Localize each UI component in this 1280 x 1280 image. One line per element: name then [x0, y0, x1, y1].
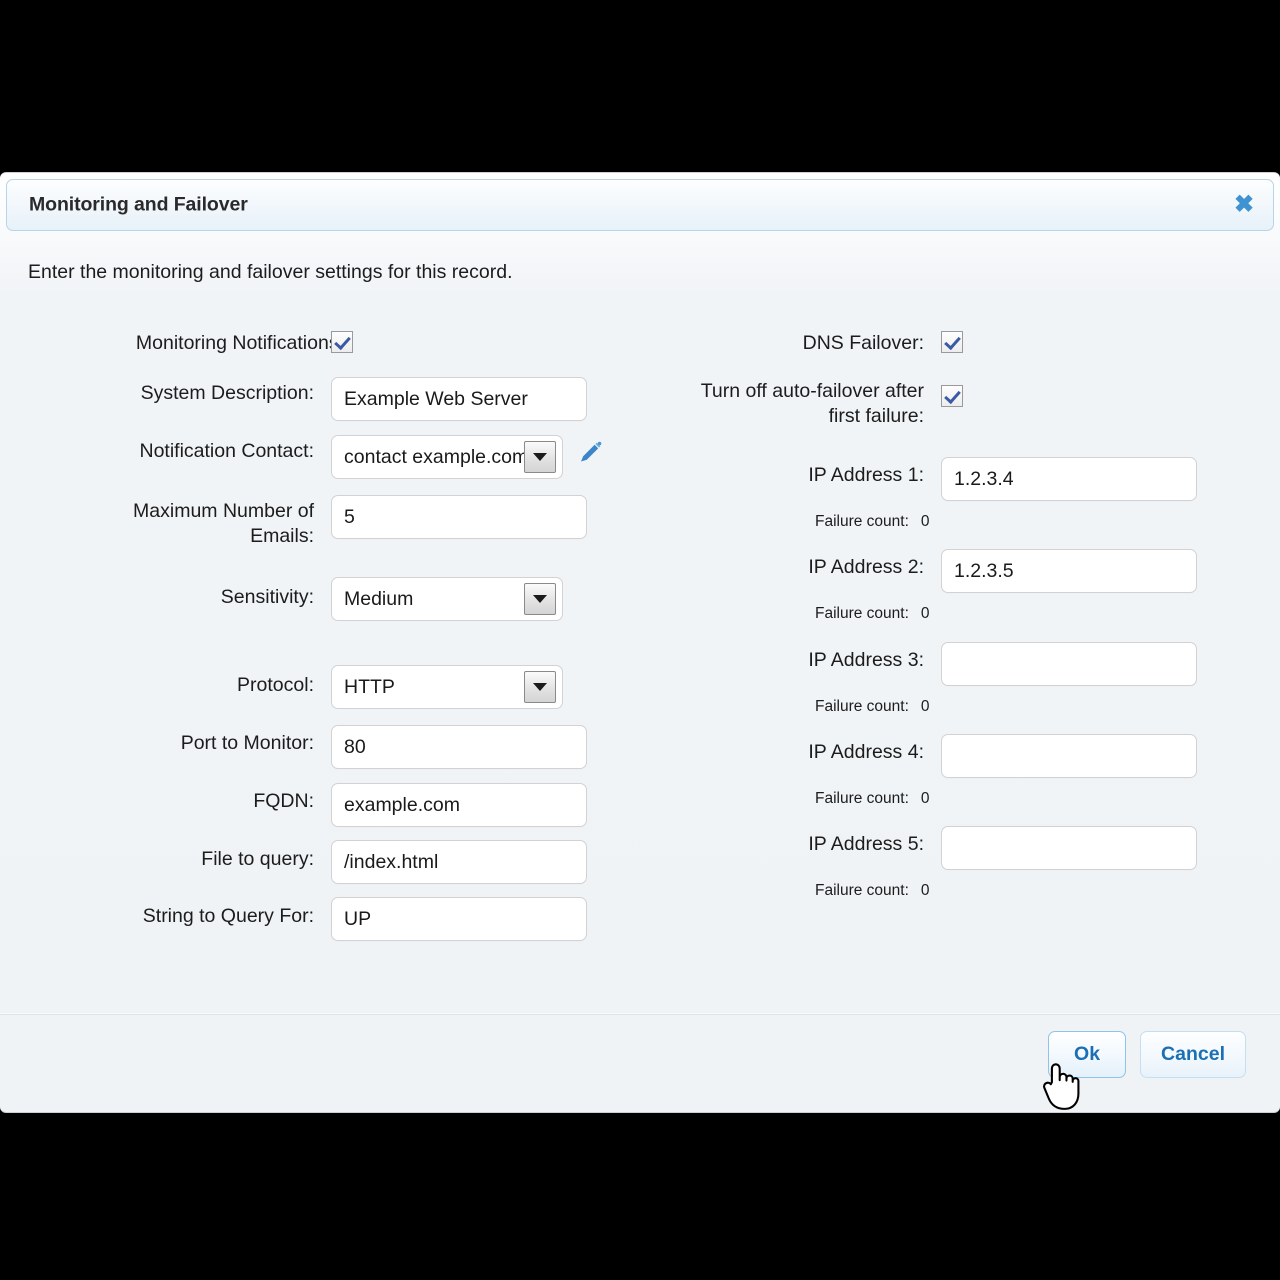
- label-ip-address-3: IP Address 3:: [808, 649, 924, 671]
- checkbox-monitoring-notifications-wrap: [331, 331, 353, 353]
- field-monitoring-notifications: Monitoring Notifications:: [74, 331, 344, 356]
- field-system-description: System Description:: [74, 381, 314, 406]
- failure-count-1: Failure count: 0: [815, 513, 930, 531]
- field-ip-address-4: IP Address 4:: [684, 740, 924, 765]
- input-ip-address-4[interactable]: [941, 734, 1197, 778]
- ok-button[interactable]: Ok: [1048, 1031, 1127, 1078]
- checkbox-turn-off-auto-failover-wrap: [941, 385, 963, 407]
- field-fqdn: FQDN:: [74, 789, 314, 814]
- select-protocol[interactable]: HTTP: [331, 665, 563, 709]
- chevron-down-icon[interactable]: [524, 441, 556, 473]
- field-sensitivity: Sensitivity:: [74, 585, 314, 610]
- pencil-icon[interactable]: [578, 441, 602, 465]
- failure-count-label-2: Failure count:: [815, 605, 909, 622]
- input-ip-address-5[interactable]: [941, 826, 1197, 870]
- input-ip-address-1[interactable]: [941, 457, 1197, 501]
- label-notification-contact: Notification Contact:: [139, 440, 314, 462]
- label-dns-failover: DNS Failover:: [802, 332, 924, 354]
- input-system-description[interactable]: [331, 377, 587, 421]
- input-port-to-monitor[interactable]: [331, 725, 587, 769]
- cancel-button[interactable]: Cancel: [1140, 1031, 1246, 1078]
- label-monitoring-notifications: Monitoring Notifications:: [135, 332, 344, 354]
- field-ip-address-2: IP Address 2:: [684, 555, 924, 580]
- label-fqdn: FQDN:: [253, 790, 314, 812]
- label-file-to-query: File to query:: [201, 848, 314, 870]
- select-notification-contact[interactable]: contact example.com: [331, 435, 563, 479]
- failure-count-value-2: 0: [920, 605, 930, 622]
- chevron-down-icon[interactable]: [524, 583, 556, 615]
- input-string-to-query-for[interactable]: [331, 897, 587, 941]
- failure-count-label-3: Failure count:: [815, 698, 909, 715]
- field-protocol: Protocol:: [74, 673, 314, 698]
- label-ip-address-2: IP Address 2:: [808, 556, 924, 578]
- field-ip-address-5: IP Address 5:: [684, 832, 924, 857]
- input-ip-address-3[interactable]: [941, 642, 1197, 686]
- field-string-to-query-for: String to Query For:: [74, 904, 314, 929]
- failure-count-4: Failure count: 0: [815, 790, 930, 808]
- label-protocol: Protocol:: [237, 674, 314, 696]
- field-port-to-monitor: Port to Monitor:: [74, 731, 314, 756]
- footer-divider: [0, 1013, 1280, 1015]
- checkbox-monitoring-notifications[interactable]: [331, 331, 353, 353]
- input-ip-address-2[interactable]: [941, 549, 1197, 593]
- dialog-titlebar: Monitoring and Failover ✖: [6, 179, 1274, 231]
- input-file-to-query[interactable]: [331, 840, 587, 884]
- label-system-description: System Description:: [140, 382, 314, 404]
- failure-count-2: Failure count: 0: [815, 605, 930, 623]
- label-port-to-monitor: Port to Monitor:: [180, 732, 314, 754]
- input-fqdn[interactable]: [331, 783, 587, 827]
- dialog-description: Enter the monitoring and failover settin…: [28, 261, 513, 283]
- field-ip-address-1: IP Address 1:: [684, 463, 924, 488]
- label-turn-off-auto-failover: Turn off auto-failover after first failu…: [700, 380, 924, 427]
- failure-count-3: Failure count: 0: [815, 698, 930, 716]
- label-ip-address-4: IP Address 4:: [808, 741, 924, 763]
- field-turn-off-auto-failover: Turn off auto-failover after first failu…: [664, 379, 924, 429]
- label-ip-address-1: IP Address 1:: [808, 464, 924, 486]
- field-maximum-number-of-emails: Maximum Number of Emails:: [74, 499, 314, 549]
- failure-count-value-1: 0: [920, 513, 930, 530]
- failure-count-5: Failure count: 0: [815, 882, 930, 900]
- failure-count-value-3: 0: [920, 698, 930, 715]
- failure-count-value-4: 0: [920, 790, 930, 807]
- field-notification-contact: Notification Contact:: [74, 439, 314, 464]
- failure-count-label-4: Failure count:: [815, 790, 909, 807]
- close-icon[interactable]: ✖: [1231, 192, 1257, 218]
- select-sensitivity[interactable]: Medium: [331, 577, 563, 621]
- field-file-to-query: File to query:: [74, 847, 314, 872]
- failure-count-value-5: 0: [920, 882, 930, 899]
- label-sensitivity: Sensitivity:: [220, 586, 314, 608]
- form-area: Monitoring Notifications: System Descrip…: [0, 303, 1280, 1003]
- label-string-to-query-for: String to Query For:: [142, 905, 314, 927]
- failure-count-label-1: Failure count:: [815, 513, 909, 530]
- failure-count-label-5: Failure count:: [815, 882, 909, 899]
- dialog-title: Monitoring and Failover: [29, 193, 248, 216]
- label-ip-address-5: IP Address 5:: [808, 833, 924, 855]
- dialog-footer: Ok Cancel: [1048, 1031, 1246, 1078]
- checkbox-dns-failover[interactable]: [941, 331, 963, 353]
- checkbox-turn-off-auto-failover[interactable]: [941, 385, 963, 407]
- label-maximum-number-of-emails: Maximum Number of Emails:: [133, 500, 314, 547]
- input-maximum-number-of-emails[interactable]: [331, 495, 587, 539]
- monitoring-failover-dialog: Monitoring and Failover ✖ Enter the moni…: [0, 172, 1280, 1113]
- field-ip-address-3: IP Address 3:: [684, 648, 924, 673]
- field-dns-failover: DNS Failover:: [684, 331, 924, 356]
- checkbox-dns-failover-wrap: [941, 331, 963, 353]
- chevron-down-icon[interactable]: [524, 671, 556, 703]
